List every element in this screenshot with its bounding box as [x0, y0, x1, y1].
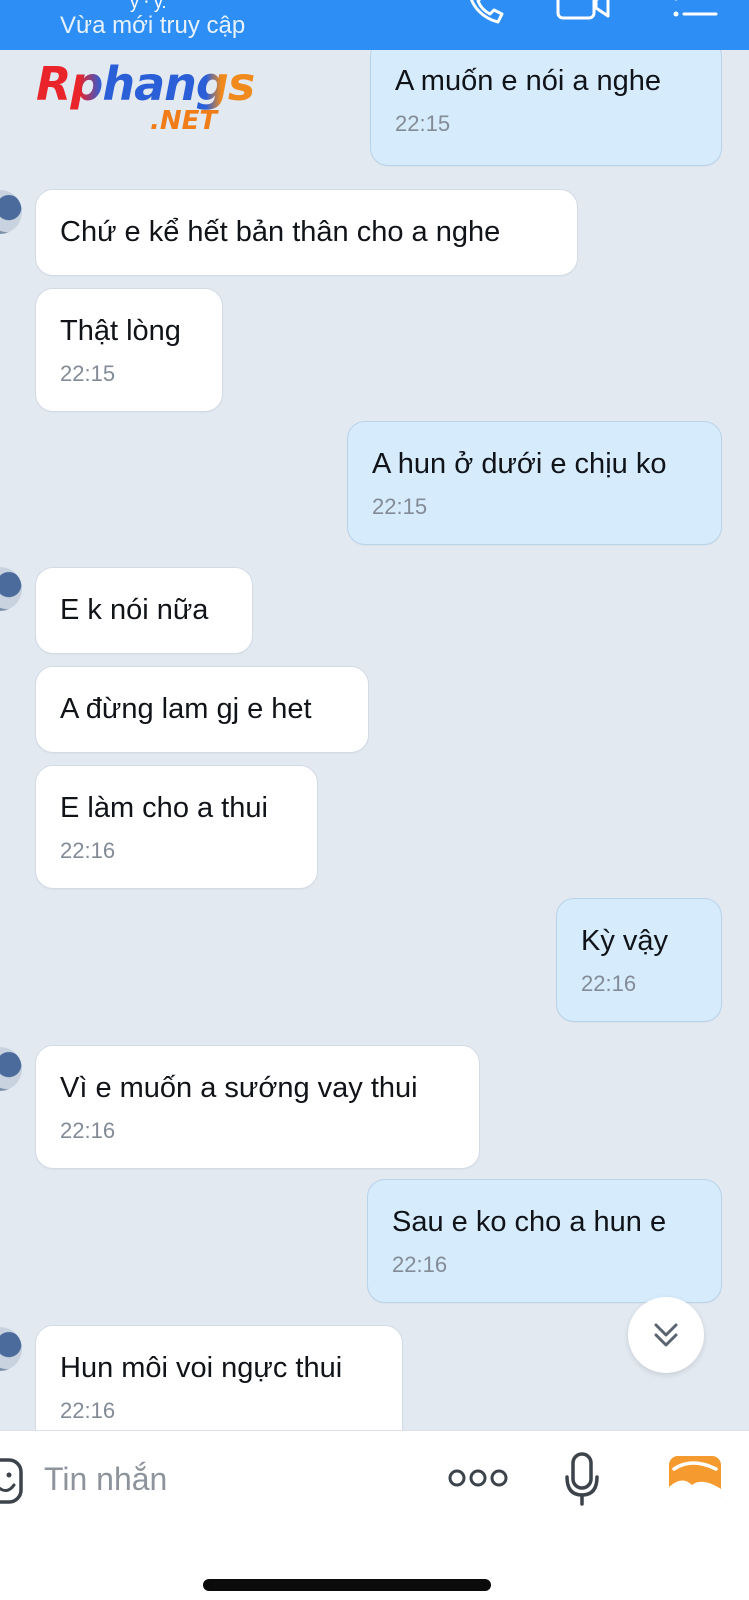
home-indicator: [203, 1579, 491, 1591]
message-bubble-outgoing[interactable]: A hun ở dưới e chịu ko 22:15: [347, 421, 722, 545]
message-text: E làm cho a thui: [60, 792, 268, 824]
message-bubble-incoming[interactable]: Vì e muốn a sướng vay thui 22:16: [35, 1045, 480, 1169]
message-input[interactable]: Tin nhắn: [44, 1461, 167, 1498]
image-gallery-icon[interactable]: [668, 1455, 722, 1505]
message-text: A hun ở dưới e chịu ko: [372, 448, 667, 480]
message-text: A muốn e nói a nghe: [395, 65, 662, 97]
watermark-brand: Rphangs: [36, 57, 255, 111]
message-bubble-incoming[interactable]: E làm cho a thui 22:16: [35, 765, 318, 889]
phone-icon[interactable]: [464, 0, 508, 32]
message-time: 22:16: [60, 838, 116, 863]
message-text: Chứ e kể hết bản thân cho a nghe: [60, 216, 501, 248]
message-time: 22:15: [60, 361, 116, 386]
double-chevron-down-icon: [654, 1323, 678, 1347]
contact-avatar[interactable]: [0, 1327, 22, 1371]
message-time: 22:15: [372, 494, 428, 519]
scroll-to-bottom-button[interactable]: [628, 1297, 704, 1373]
message-time: 22:16: [581, 971, 637, 996]
chat-area[interactable]: Rphangs .NET A muốn e nói a nghe 22:15 C…: [0, 0, 749, 1430]
message-bubble-incoming[interactable]: Chứ e kể hết bản thân cho a nghe: [35, 189, 578, 276]
message-composer: Tin nhắn: [0, 1430, 749, 1600]
message-bubble-outgoing[interactable]: A muốn e nói a nghe 22:15: [370, 38, 722, 166]
watermark-logo: Rphangs .NET: [36, 58, 266, 148]
message-text: Thật lòng: [60, 315, 181, 347]
menu-list-icon[interactable]: [672, 0, 722, 32]
message-time: 22:16: [392, 1252, 448, 1277]
emoji-icon[interactable]: [0, 1457, 24, 1505]
message-text: Vì e muốn a sướng vay thui: [60, 1072, 418, 1104]
message-bubble-incoming[interactable]: Thật lòng 22:15: [35, 288, 223, 412]
message-text: Kỳ vậy: [581, 925, 669, 957]
contact-avatar[interactable]: [0, 1047, 22, 1091]
chat-header: y ⸱ y. Vừa mới truy cập: [0, 0, 749, 50]
video-call-icon[interactable]: [556, 0, 612, 32]
more-options-icon[interactable]: [448, 1465, 508, 1491]
message-bubble-incoming[interactable]: Hun môi voi ngực thui 22:16: [35, 1325, 403, 1430]
message-bubble-outgoing[interactable]: Kỳ vậy 22:16: [556, 898, 722, 1022]
watermark-suffix: .NET: [150, 106, 218, 136]
message-time: 22:15: [395, 111, 451, 136]
microphone-icon[interactable]: [564, 1451, 600, 1507]
contact-status: Vừa mới truy cập: [60, 12, 246, 39]
message-text: A đừng lam gj e het: [60, 693, 312, 725]
contact-avatar[interactable]: [0, 190, 22, 234]
message-text: E k nói nữa: [60, 594, 209, 626]
message-bubble-incoming[interactable]: A đừng lam gj e het: [35, 666, 369, 753]
message-text: Hun môi voi ngực thui: [60, 1352, 343, 1384]
message-bubble-outgoing[interactable]: Sau e ko cho a hun e 22:16: [367, 1179, 722, 1303]
message-time: 22:16: [60, 1398, 116, 1423]
message-bubble-incoming[interactable]: E k nói nữa: [35, 567, 253, 654]
message-text: Sau e ko cho a hun e: [392, 1206, 667, 1238]
message-time: 22:16: [60, 1118, 116, 1143]
contact-avatar[interactable]: [0, 567, 22, 611]
